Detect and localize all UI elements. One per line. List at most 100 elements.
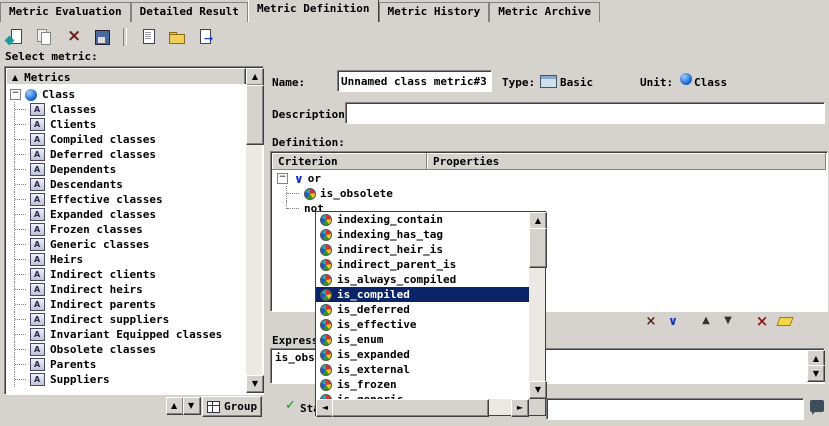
tree-guide — [6, 327, 30, 342]
dropdown-item-is-external[interactable]: is_external — [316, 362, 529, 377]
criterion-move-down-button[interactable]: ▼ — [719, 313, 737, 329]
tree-item-parents[interactable]: Parents — [6, 357, 246, 372]
description-input[interactable] — [346, 103, 824, 123]
tab-metric-definition[interactable]: Metric Definition — [248, 0, 379, 22]
dropdown-item-is-deferred[interactable]: is_deferred — [316, 302, 529, 317]
group-button[interactable]: Group — [202, 396, 262, 417]
note-icon[interactable] — [810, 400, 824, 412]
scroll-thumb[interactable] — [246, 85, 264, 145]
tree-guide — [286, 186, 304, 201]
dropdown-item-indexing-contain[interactable]: indexing_contain — [316, 212, 529, 227]
metric-tool-window: Metric EvaluationDetailed ResultMetric D… — [0, 0, 829, 426]
criterion-icon — [320, 304, 332, 316]
metric-icon — [30, 283, 45, 296]
tree-item-generic-classes[interactable]: Generic classes — [6, 237, 246, 252]
swap-criterion-button[interactable]: × — [642, 313, 660, 329]
criterion-label: or — [308, 172, 321, 185]
tree-item-clients[interactable]: Clients — [6, 117, 246, 132]
definition-label: Definition: — [272, 136, 345, 149]
scroll-down-button[interactable]: ▼ — [246, 375, 264, 393]
tree-guide — [6, 162, 30, 177]
scroll-right-button[interactable]: ► — [511, 399, 529, 417]
dropdown-item-indexing-has-tag[interactable]: indexing_has_tag — [316, 227, 529, 242]
tree-item-label: Effective classes — [50, 193, 163, 206]
tree-item-heirs[interactable]: Heirs — [6, 252, 246, 267]
delete-metric-button[interactable] — [62, 27, 84, 47]
criterion-icon — [304, 188, 316, 200]
save-metric-button[interactable] — [91, 27, 113, 47]
tree-item-indirect-parents[interactable]: Indirect parents — [6, 297, 246, 312]
dropdown-item-is-compiled[interactable]: is_compiled — [316, 287, 529, 302]
dropdown-item-label: indexing_contain — [337, 213, 443, 226]
tree-item-classes[interactable]: Classes — [6, 102, 246, 117]
dropdown-vscrollbar[interactable]: ▲ ▼ — [529, 212, 545, 399]
expression-scrollbar[interactable]: ▲ ▼ — [807, 350, 823, 382]
criterion-row-is-obsolete[interactable]: is_obsolete — [272, 186, 826, 201]
tree-item-obsolete-classes[interactable]: Obsolete classes — [6, 342, 246, 357]
tree-item-label: Indirect heirs — [50, 283, 143, 296]
metric-move-up-button[interactable]: ▲ — [166, 397, 184, 415]
export-metric-button[interactable] — [195, 27, 217, 47]
criterion-move-up-button[interactable]: ▲ — [697, 313, 715, 329]
criterion-icon — [320, 379, 332, 391]
scroll-thumb[interactable] — [529, 228, 547, 268]
criterion-delete-button[interactable]: × — [753, 313, 771, 329]
criterion-column-header[interactable]: Criterion — [272, 153, 427, 170]
dropdown-item-is-effective[interactable]: is_effective — [316, 317, 529, 332]
dropdown-item-is-expanded[interactable]: is_expanded — [316, 347, 529, 362]
tree-item-descendants[interactable]: Descendants — [6, 177, 246, 192]
tree-item-suppliers[interactable]: Suppliers — [6, 372, 246, 387]
tab-metric-evaluation[interactable]: Metric Evaluation — [0, 2, 131, 22]
tree-item-indirect-clients[interactable]: Indirect clients — [6, 267, 246, 282]
criterion-row-or[interactable]: − ∨ or — [272, 171, 826, 186]
dropdown-item-is-always-compiled[interactable]: is_always_compiled — [316, 272, 529, 287]
tab-metric-archive[interactable]: Metric Archive — [489, 2, 600, 22]
metric-icon — [30, 208, 45, 221]
new-metric-button[interactable] — [4, 27, 26, 47]
criterion-list: indexing_containindexing_has_tagindirect… — [316, 212, 529, 399]
dropdown-hscrollbar[interactable]: ◄ ► — [316, 399, 529, 415]
scroll-down-button[interactable]: ▼ — [807, 365, 825, 382]
tree-item-invariant-equipped-classes[interactable]: Invariant Equipped classes — [6, 327, 246, 342]
scroll-down-button[interactable]: ▼ — [529, 381, 547, 399]
save-metric-icon — [93, 29, 111, 45]
tree-item-indirect-heirs[interactable]: Indirect heirs — [6, 282, 246, 297]
right-arrow-icon: ► — [517, 404, 523, 412]
status-input[interactable] — [547, 399, 803, 419]
metric-icon — [30, 163, 45, 176]
dropdown-item-is-generic[interactable]: is_generic — [316, 392, 529, 399]
properties-column-header[interactable]: Properties — [427, 153, 826, 170]
tree-root-class[interactable]: − Class — [6, 87, 246, 102]
tree-item-dependents[interactable]: Dependents — [6, 162, 246, 177]
dropdown-item-indirect-heir-is[interactable]: indirect_heir_is — [316, 242, 529, 257]
metric-icon — [30, 238, 45, 251]
metric-icon — [30, 298, 45, 311]
tree-scrollbar[interactable]: ▲ ▼ — [246, 68, 262, 393]
paste-metric-button[interactable] — [137, 27, 159, 47]
tree-item-compiled-classes[interactable]: Compiled classes — [6, 132, 246, 147]
tree-item-expanded-classes[interactable]: Expanded classes — [6, 207, 246, 222]
scroll-thumb[interactable] — [332, 399, 489, 417]
tree-item-indirect-suppliers[interactable]: Indirect suppliers — [6, 312, 246, 327]
tab-detailed-result[interactable]: Detailed Result — [131, 2, 248, 22]
or-criterion-button[interactable]: ∨ — [663, 313, 681, 329]
dropdown-item-is-frozen[interactable]: is_frozen — [316, 377, 529, 392]
open-metric-button[interactable] — [166, 27, 188, 47]
collapse-icon[interactable]: − — [10, 89, 21, 100]
criterion-icon — [320, 274, 332, 286]
collapse-icon[interactable]: − — [277, 173, 288, 184]
name-input[interactable] — [338, 71, 491, 91]
tab-metric-history[interactable]: Metric History — [379, 2, 490, 22]
dropdown-item-indirect-parent-is[interactable]: indirect_parent_is — [316, 257, 529, 272]
tree-item-frozen-classes[interactable]: Frozen classes — [6, 222, 246, 237]
copy-metric-button[interactable] — [33, 27, 55, 47]
criterion-label: is_obsolete — [320, 187, 393, 200]
main-toolbar — [4, 25, 217, 49]
tree-item-deferred-classes[interactable]: Deferred classes — [6, 147, 246, 162]
scroll-up-button[interactable]: ▲ — [246, 68, 264, 86]
up-arrow-icon: ▲ — [702, 317, 710, 325]
metric-move-down-button[interactable]: ▼ — [183, 397, 201, 415]
tree-item-effective-classes[interactable]: Effective classes — [6, 192, 246, 207]
criterion-erase-button[interactable] — [776, 313, 794, 329]
dropdown-item-is-enum[interactable]: is_enum — [316, 332, 529, 347]
